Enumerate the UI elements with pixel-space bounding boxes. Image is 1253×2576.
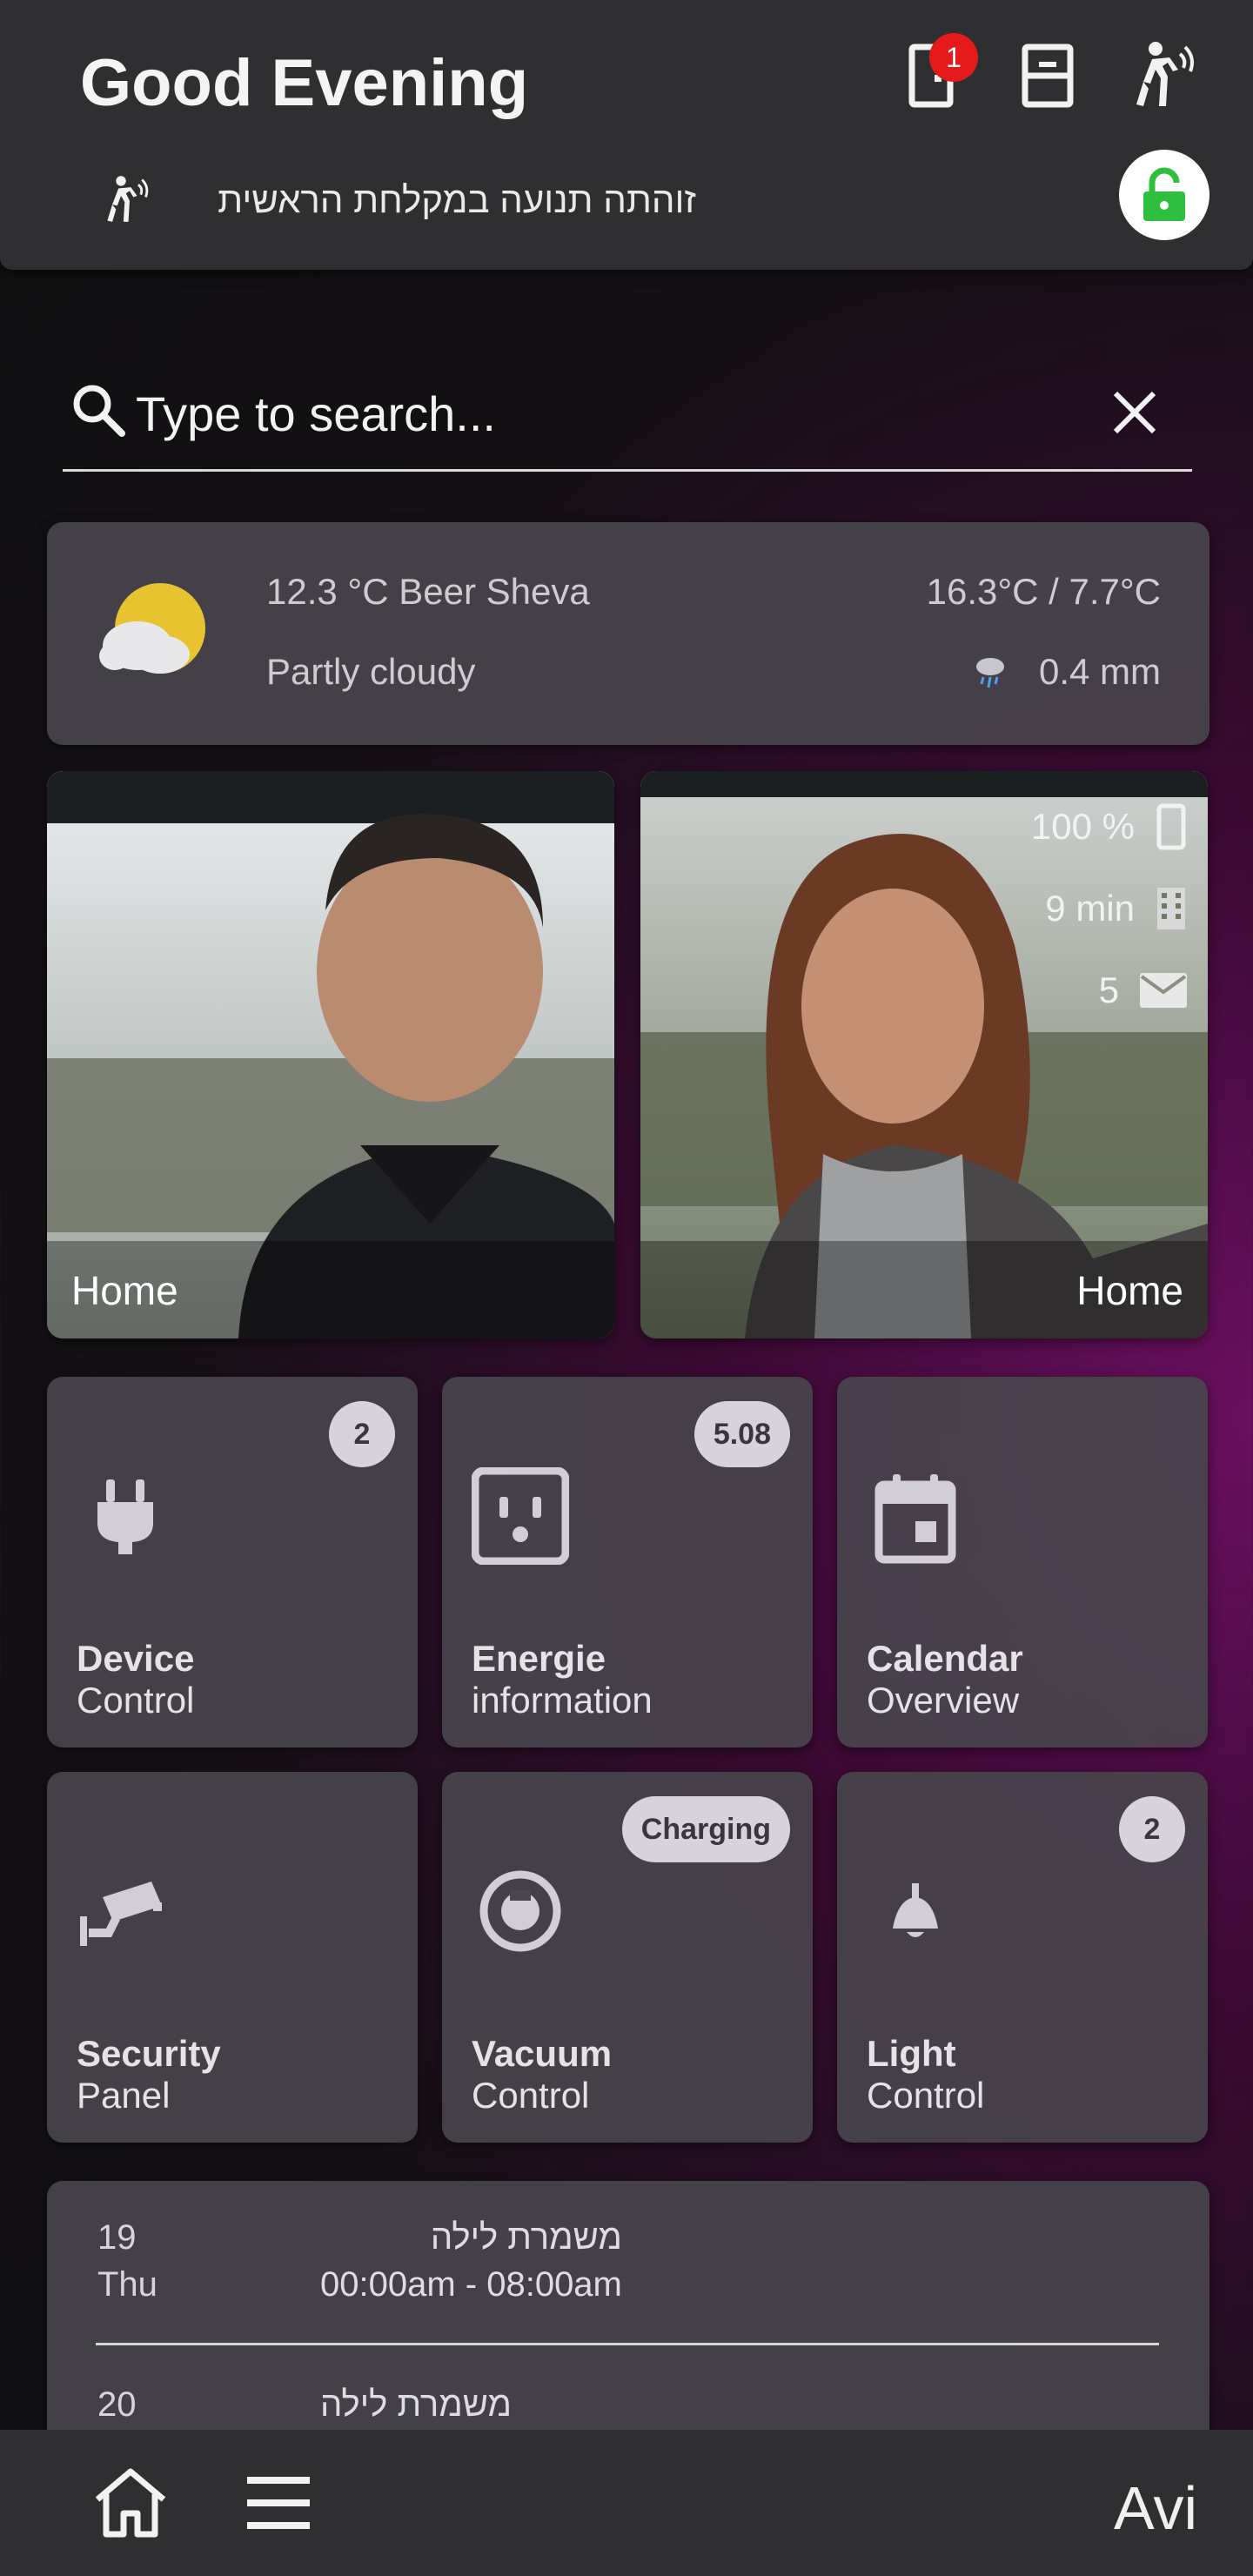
calendar-event[interactable]: משמרת לילה	[320, 2381, 512, 2428]
window-sensor-button[interactable]	[1011, 37, 1084, 115]
event-title: משמרת לילה	[320, 2385, 513, 2424]
search-icon	[73, 385, 125, 437]
tile-security-panel[interactable]: Security Panel	[47, 1772, 418, 2143]
person-location-bar: Home	[47, 1241, 614, 1338]
light-count-badge: 2	[1119, 1796, 1185, 1862]
person-location-bar: Home	[640, 1241, 1208, 1338]
cctv-icon	[80, 1882, 162, 1946]
person-card-1[interactable]: Home	[47, 771, 614, 1338]
ceiling-light-icon	[893, 1883, 938, 1937]
weather-card[interactable]: 12.3 °C Beer Sheva Partly cloudy 16.3°C …	[47, 522, 1209, 745]
message-count: 5	[1098, 969, 1119, 1010]
tile-subtitle: Panel	[77, 2075, 171, 2116]
calendar-event[interactable]: משמרת לילה 00:00am - 08:00am	[320, 2214, 622, 2308]
tile-title: Security	[77, 2033, 221, 2074]
tile-title: Light	[867, 2033, 956, 2074]
window-icon	[1022, 44, 1074, 108]
person-card-2[interactable]: 100 % 9 min 5 Home	[640, 771, 1208, 1338]
event-time: 00:00am - 08:00am	[320, 2265, 622, 2304]
precipitation: 0.4 mm	[1038, 651, 1161, 692]
event-title: משמרת לילה	[430, 2218, 622, 2257]
tile-title: Energie	[472, 1638, 606, 1679]
door-sensor-button[interactable]: 1	[896, 33, 978, 115]
tile-subtitle: Control	[867, 2075, 985, 2116]
header: Good Evening 1 זוהתה תנועה במקלחת הראשית	[0, 0, 1253, 270]
current-weather: 12.3 °C Beer Sheva	[266, 571, 590, 612]
calendar-divider	[96, 2343, 1159, 2345]
motion-status-text: זוהתה תנועה במקלחת הראשית	[218, 179, 696, 220]
event-day: 19	[97, 2218, 137, 2257]
battery-stat: 100 %	[1031, 802, 1189, 851]
calendar-event-date: 19 Thu	[97, 2214, 157, 2308]
search-bar	[63, 366, 1192, 472]
tile-light-control[interactable]: 2 Light Control	[837, 1772, 1208, 2143]
tile-calendar-overview[interactable]: Calendar Overview	[837, 1377, 1208, 1748]
phone-icon	[1156, 803, 1186, 850]
travel-time: 9 min	[1045, 888, 1135, 929]
device-count-badge: 2	[329, 1401, 395, 1467]
temperature-range: 16.3°C / 7.7°C	[926, 571, 1161, 612]
bottom-nav: Avi	[0, 2430, 1253, 2576]
tile-subtitle: Control	[77, 1680, 195, 1721]
tile-title: Device	[77, 1638, 195, 1679]
battery-level: 100 %	[1030, 806, 1135, 847]
robot-vacuum-icon	[479, 1870, 561, 1952]
user-name[interactable]: Avi	[1114, 2473, 1197, 2543]
lock-open-icon	[1143, 167, 1185, 221]
messages-stat: 5	[1099, 969, 1189, 1011]
person-2-location: Home	[1076, 1268, 1183, 1313]
tile-subtitle: information	[472, 1680, 653, 1721]
tile-vacuum-control[interactable]: Charging Vacuum Control	[442, 1772, 813, 2143]
plug-icon	[97, 1479, 153, 1554]
email-icon	[1140, 973, 1187, 1008]
motion-sensor-icon	[1136, 42, 1194, 106]
rain-icon	[976, 658, 1004, 688]
home-icon[interactable]	[90, 2465, 171, 2539]
calendar-icon	[874, 1474, 956, 1564]
office-building-icon	[1157, 888, 1185, 929]
calendar-event-date: 20	[97, 2381, 137, 2428]
tile-title: Vacuum	[472, 2033, 613, 2074]
event-weekday: Thu	[97, 2265, 157, 2304]
event-day: 20	[97, 2385, 137, 2424]
menu-icon[interactable]	[244, 2472, 313, 2534]
person-1-location: Home	[71, 1268, 178, 1313]
tile-energie-information[interactable]: 5.08 Energie information	[442, 1377, 813, 1748]
travel-stat: 9 min	[1045, 886, 1189, 931]
energy-value-badge: 5.08	[694, 1401, 790, 1467]
weather-condition: Partly cloudy	[266, 651, 476, 692]
search-input[interactable]	[136, 383, 1058, 444]
tile-title: Calendar	[867, 1638, 1023, 1679]
tile-subtitle: Overview	[867, 1680, 1020, 1721]
notification-badge: 1	[929, 33, 978, 82]
tile-device-control[interactable]: 2 Device Control	[47, 1377, 418, 1748]
tile-subtitle: Control	[472, 2075, 590, 2116]
greeting-title: Good Evening	[80, 46, 529, 120]
motion-sensor-button[interactable]	[1122, 37, 1196, 115]
lock-button[interactable]	[1119, 150, 1209, 240]
power-outlet-icon	[472, 1467, 569, 1565]
close-icon[interactable]	[1107, 385, 1163, 440]
motion-small-icon	[107, 176, 149, 222]
partly-cloudy-icon	[99, 583, 205, 674]
vacuum-status-badge: Charging	[621, 1796, 790, 1862]
